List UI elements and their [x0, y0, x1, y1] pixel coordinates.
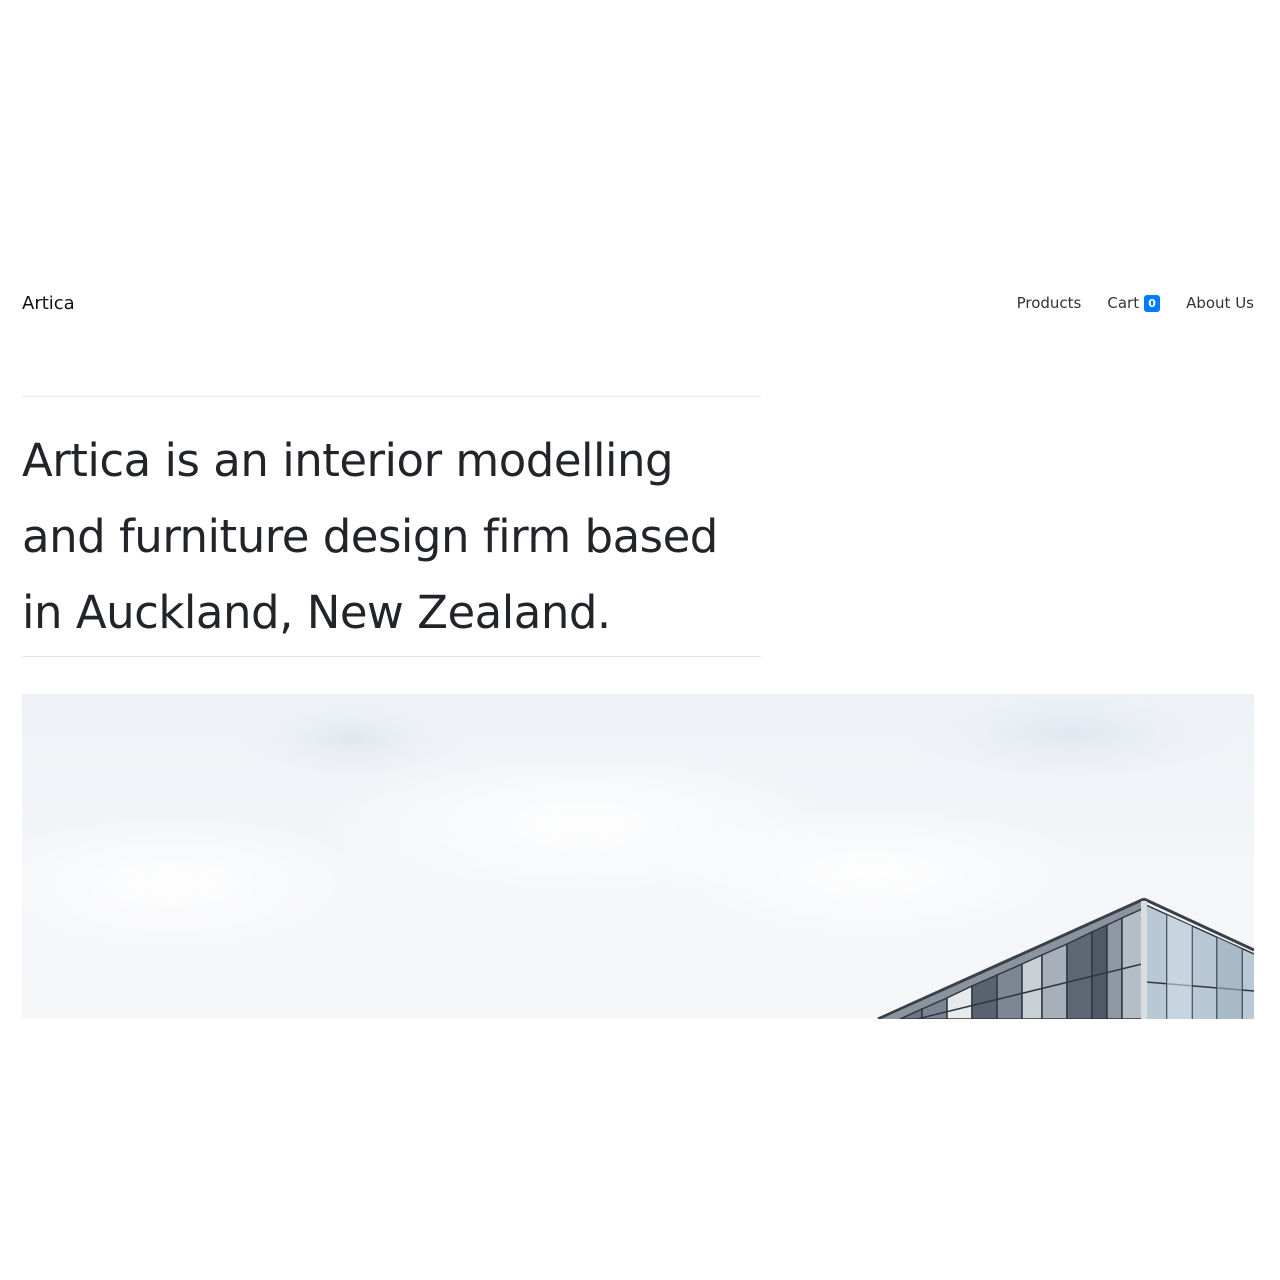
nav-about-label: About Us	[1186, 294, 1254, 312]
brand-logo-link[interactable]: Artica	[22, 293, 75, 314]
intro-section: Artica is an interior modelling and furn…	[22, 396, 761, 657]
intro-text: Artica is an interior modelling and furn…	[22, 434, 718, 639]
hero-image	[22, 694, 1254, 1019]
page: Artica Products Cart 0 About Us Artica i…	[0, 0, 1280, 1280]
nav-products-label: Products	[1016, 294, 1082, 312]
nav-links: Products Cart 0 About Us	[1017, 294, 1254, 312]
nav-products-link[interactable]: Products	[1017, 294, 1082, 312]
cart-count-badge: 0	[1144, 294, 1161, 312]
nav-cart-link[interactable]: Cart 0	[1107, 294, 1161, 312]
nav-about-link[interactable]: About Us	[1186, 294, 1254, 312]
building-illustration	[22, 694, 1254, 1019]
nav-cart-label: Cart	[1107, 294, 1140, 312]
navbar: Artica Products Cart 0 About Us	[22, 283, 1254, 323]
